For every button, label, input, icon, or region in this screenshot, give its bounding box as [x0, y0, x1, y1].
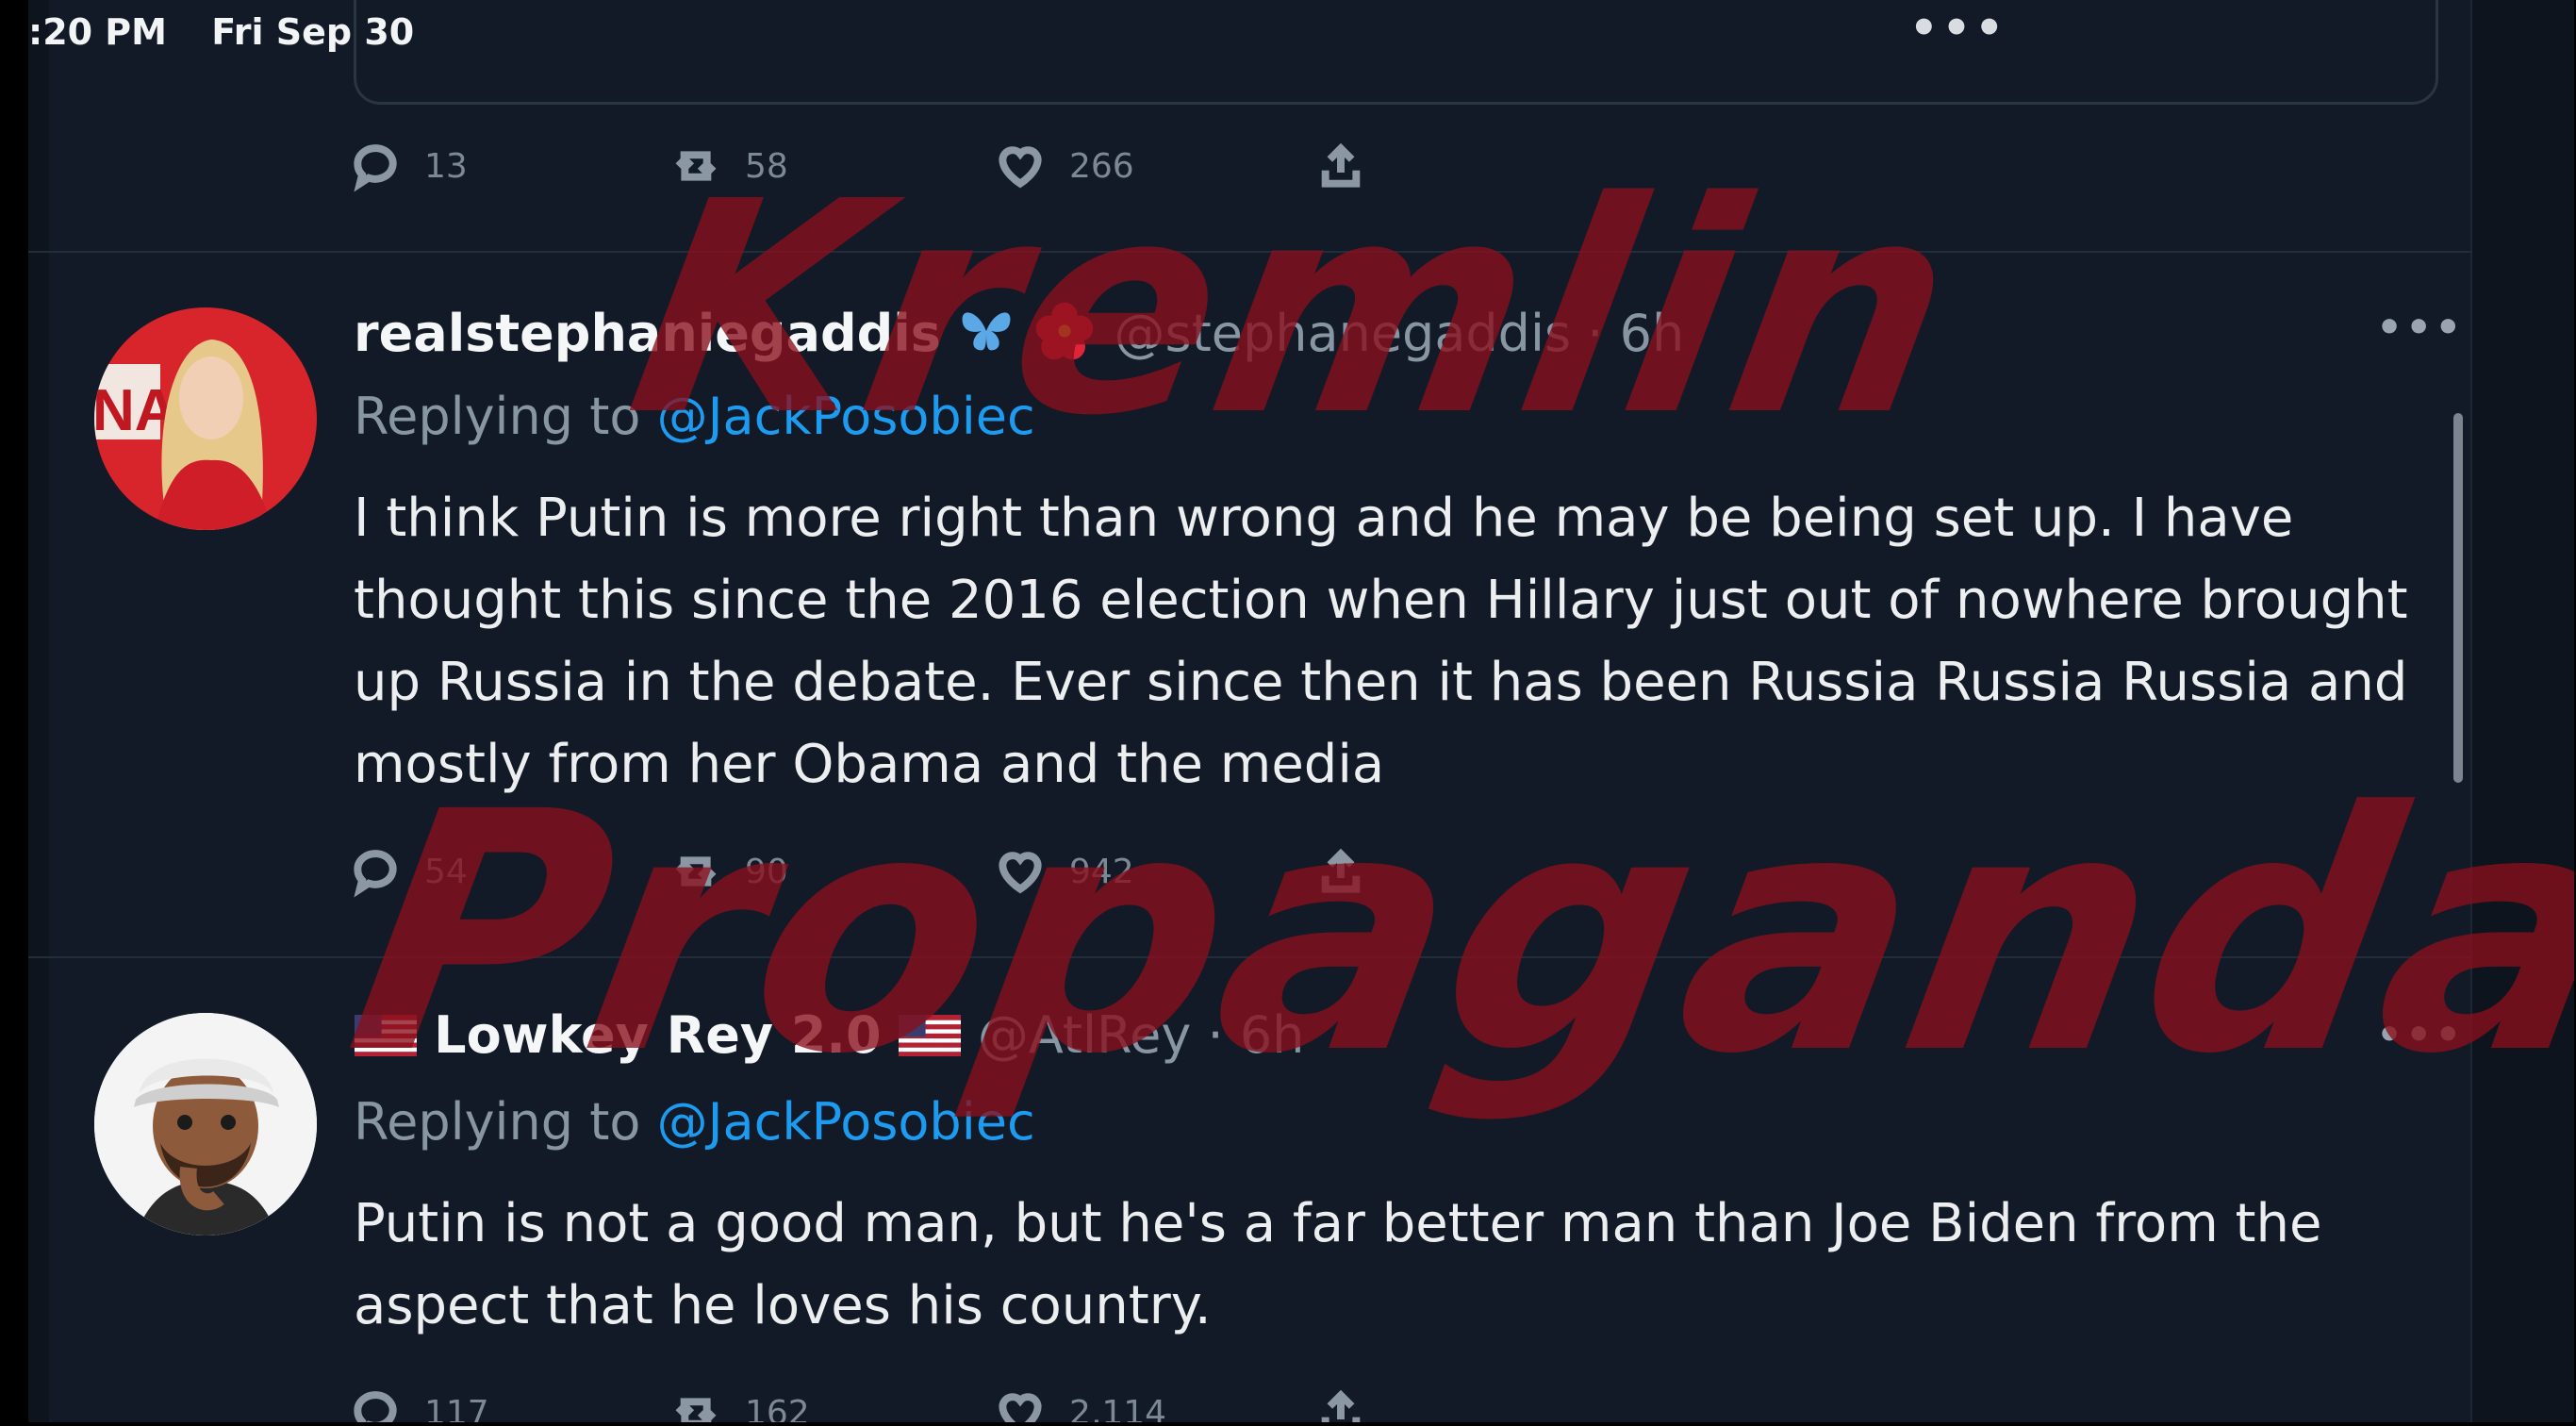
- tweet-more-icon[interactable]: •••: [2376, 304, 2464, 352]
- tweet-divider: [28, 251, 2472, 253]
- scrollbar[interactable]: [2453, 413, 2463, 783]
- share-button[interactable]: [1314, 845, 1390, 898]
- like-button[interactable]: 266: [994, 140, 1314, 192]
- us-flag-icon: [354, 1009, 418, 1069]
- retweet-button[interactable]: 162: [669, 1386, 994, 1422]
- replying-to: Replying to @JackPosobiec: [354, 387, 1035, 446]
- like-count: 2,114: [1069, 1393, 1167, 1423]
- status-time: :20 PM: [28, 11, 167, 53]
- avatar-photo: NA: [94, 307, 317, 530]
- reply-icon: [354, 144, 397, 192]
- retweet-icon: [675, 151, 717, 181]
- butterfly-icon: [957, 305, 1016, 370]
- retweet-icon: [675, 856, 717, 887]
- reply-button[interactable]: 13: [349, 140, 669, 192]
- retweet-button[interactable]: 90: [669, 845, 994, 898]
- reply-count: 117: [424, 1393, 489, 1423]
- quoted-tweet-card[interactable]: [354, 0, 2438, 105]
- avatar[interactable]: NA: [94, 307, 317, 530]
- reply-count: 13: [424, 146, 468, 186]
- reply-icon: [354, 1391, 397, 1422]
- mention-link[interactable]: @JackPosobiec: [657, 387, 1035, 446]
- tweet-divider: [28, 956, 2472, 958]
- user-handle[interactable]: @stephanegaddis: [1114, 304, 1571, 363]
- tweet-actions: 117 162 2,114: [349, 1386, 1390, 1422]
- replying-to: Replying to @JackPosobiec: [354, 1092, 1035, 1152]
- reply-button[interactable]: 54: [349, 845, 669, 898]
- us-flag-icon: [898, 1009, 962, 1069]
- reply-icon: [354, 850, 397, 898]
- hibiscus-icon: [1032, 300, 1098, 374]
- tweet-text: I think Putin is more right than wrong a…: [354, 488, 2408, 795]
- share-icon: [1321, 848, 1361, 893]
- reply-button[interactable]: 117: [349, 1386, 669, 1422]
- display-name[interactable]: Lowkey Rey 2.0: [434, 1005, 881, 1065]
- user-handle[interactable]: @AtlRey: [978, 1005, 1191, 1065]
- like-button[interactable]: 2,114: [994, 1386, 1314, 1422]
- left-rail: [28, 0, 49, 1422]
- heart-icon: [999, 1393, 1042, 1422]
- retweet-count: 58: [745, 146, 788, 186]
- avatar[interactable]: [94, 1013, 317, 1235]
- screen-frame: :20 PM Fri Sep 30 ••• 13 58 266 NA reals…: [0, 0, 2576, 1426]
- share-button[interactable]: [1314, 140, 1390, 192]
- tweet-text: Putin is not a good man, but he's a far …: [354, 1193, 2322, 1336]
- heart-icon: [999, 146, 1042, 189]
- tweet-actions: 54 90 942: [349, 845, 1390, 898]
- like-count: 266: [1069, 146, 1134, 186]
- reply-count: 54: [424, 852, 468, 891]
- replying-label: Replying to: [354, 1092, 657, 1152]
- share-button[interactable]: [1314, 1386, 1390, 1422]
- display-name[interactable]: realstephaniegaddis: [354, 304, 941, 363]
- prev-tweet-actions: 13 58 266: [349, 140, 1390, 192]
- retweet-icon: [675, 1398, 717, 1422]
- share-icon: [1321, 142, 1361, 188]
- mention-link[interactable]: @JackPosobiec: [657, 1092, 1035, 1152]
- retweet-count: 162: [745, 1393, 810, 1423]
- right-rail: [2470, 0, 2574, 1422]
- share-icon: [1321, 1389, 1361, 1422]
- like-button[interactable]: 942: [994, 845, 1314, 898]
- retweet-button[interactable]: 58: [669, 140, 994, 192]
- heart-icon: [999, 852, 1042, 894]
- replying-label: Replying to: [354, 387, 657, 446]
- tweet-header: realstephaniegaddis @stephanegaddis · 6h: [354, 300, 1684, 374]
- twitter-thread-screen: :20 PM Fri Sep 30 ••• 13 58 266 NA reals…: [28, 0, 2574, 1422]
- retweet-count: 90: [745, 852, 788, 891]
- like-count: 942: [1069, 852, 1134, 891]
- tweet-more-icon[interactable]: •••: [2376, 1011, 2464, 1059]
- tweet-time[interactable]: · 6h: [1587, 304, 1684, 363]
- tweet-time[interactable]: · 6h: [1208, 1005, 1305, 1065]
- memoji-avatar: [94, 1013, 317, 1235]
- tweet-header: Lowkey Rey 2.0 @AtlRey · 6h: [354, 1005, 1304, 1069]
